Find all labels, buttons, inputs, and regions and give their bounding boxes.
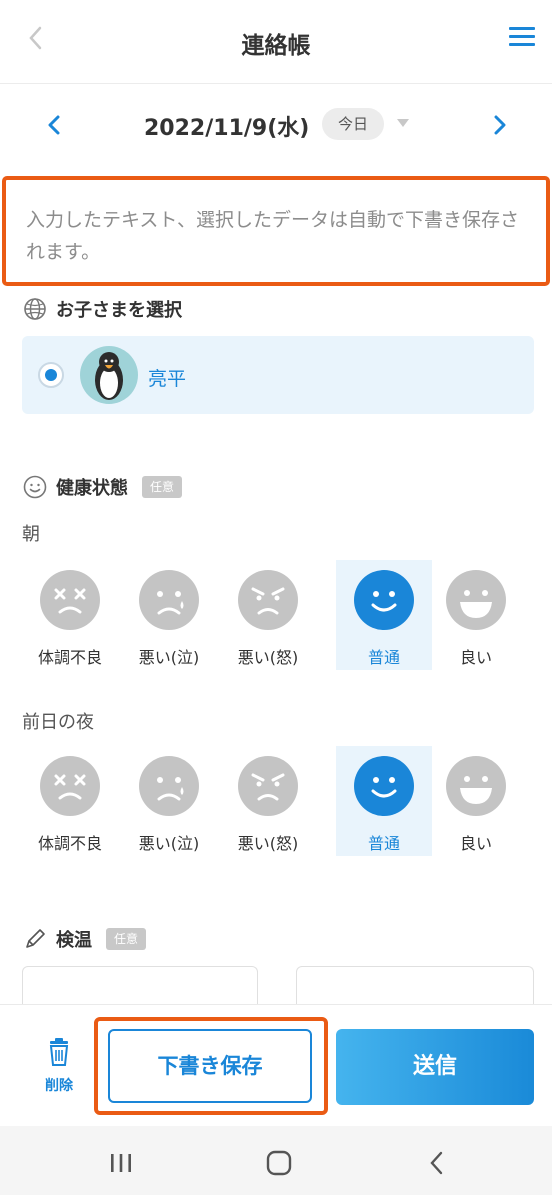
health-section-label: 健康状態 — [56, 478, 128, 499]
send-button[interactable]: 送信 — [336, 1029, 534, 1105]
measurement-time-select[interactable] — [296, 966, 534, 1006]
morning-label: 朝 — [22, 524, 40, 545]
optional-badge: 任意 — [142, 476, 183, 498]
date-navigator: 2022/11/9(水) 今日 — [0, 86, 552, 162]
morning-option-sick[interactable]: 体調不良 — [22, 560, 118, 670]
trash-icon — [49, 1038, 69, 1066]
penguin-avatar-icon — [95, 352, 123, 400]
option-label: 悪い(怒) — [237, 648, 299, 667]
date-dropdown-icon[interactable] — [394, 116, 412, 130]
happy-face-icon — [446, 756, 506, 816]
night-option-good[interactable]: 良い — [428, 746, 524, 856]
happy-face-icon — [446, 570, 506, 630]
temperature-select[interactable] — [22, 966, 258, 1006]
option-label: 体調不良 — [37, 648, 102, 667]
temperature-section-label: 検温 — [56, 930, 92, 951]
option-label: 悪い(泣) — [138, 834, 200, 853]
option-label: 良い — [459, 834, 492, 853]
child-avatar — [80, 346, 138, 404]
today-button[interactable]: 今日 — [322, 108, 384, 140]
child-section-label: お子さまを選択 — [56, 300, 182, 321]
child-section-title: お子さまを選択 — [22, 296, 182, 322]
morning-option-normal[interactable]: 普通 — [336, 560, 432, 670]
morning-option-bad-crying[interactable]: 悪い(泣) — [121, 560, 217, 670]
smiley-icon — [23, 475, 47, 499]
autosave-notice-text: 入力したテキスト、選択したデータは自動で下書き保存されます。 — [26, 209, 520, 263]
angry-face-icon — [238, 570, 298, 630]
autosave-notice: 入力したテキスト、選択したデータは自動で下書き保存されます。 — [2, 176, 550, 286]
globe-icon — [24, 298, 46, 320]
system-navigation-bar — [0, 1126, 552, 1195]
option-label: 悪い(泣) — [138, 648, 200, 667]
save-draft-button[interactable]: 下書き保存 — [108, 1029, 312, 1103]
back-navigation-icon[interactable] — [422, 1150, 452, 1176]
night-condition-options: 体調不良 悪い(泣) 悪い(怒) 普通 良い — [22, 746, 532, 856]
app-header: 連絡帳 — [0, 0, 552, 84]
next-day-icon[interactable] — [486, 110, 514, 140]
night-label: 前日の夜 — [22, 712, 94, 733]
hamburger-menu-icon[interactable] — [506, 22, 538, 52]
option-label: 良い — [459, 648, 492, 667]
option-label: 悪い(怒) — [237, 834, 299, 853]
night-option-bad-angry[interactable]: 悪い(怒) — [220, 746, 316, 856]
sick-face-icon — [40, 756, 100, 816]
angry-face-icon — [238, 756, 298, 816]
child-radio-selected[interactable] — [38, 362, 64, 388]
night-option-bad-crying[interactable]: 悪い(泣) — [121, 746, 217, 856]
option-label: 普通 — [367, 834, 400, 853]
current-date: 2022/11/9(水) — [144, 116, 310, 141]
recent-apps-icon[interactable] — [106, 1150, 136, 1176]
normal-face-icon — [354, 570, 414, 630]
home-icon[interactable] — [264, 1150, 294, 1176]
normal-face-icon — [354, 756, 414, 816]
sick-face-icon — [40, 570, 100, 630]
health-section-title: 健康状態 任意 — [22, 474, 183, 500]
option-label: 普通 — [367, 648, 400, 667]
delete-button[interactable]: 削除 — [36, 1035, 82, 1095]
delete-label: 削除 — [45, 1078, 73, 1094]
morning-option-good[interactable]: 良い — [428, 560, 524, 670]
night-option-sick[interactable]: 体調不良 — [22, 746, 118, 856]
pencil-icon — [26, 929, 45, 948]
action-footer: 削除 下書き保存 送信 — [0, 1004, 552, 1124]
night-option-normal[interactable]: 普通 — [336, 746, 432, 856]
page-title: 連絡帳 — [241, 33, 311, 59]
child-option[interactable]: 亮平 — [22, 336, 534, 414]
crying-face-icon — [139, 756, 199, 816]
optional-badge: 任意 — [106, 928, 147, 950]
child-name: 亮平 — [148, 368, 187, 390]
previous-day-icon[interactable] — [40, 110, 68, 140]
morning-condition-options: 体調不良 悪い(泣) 悪い(怒) 普通 良い — [22, 560, 532, 670]
temperature-section-title: 検温 任意 — [22, 926, 147, 952]
crying-face-icon — [139, 570, 199, 630]
option-label: 体調不良 — [37, 834, 102, 853]
morning-option-bad-angry[interactable]: 悪い(怒) — [220, 560, 316, 670]
